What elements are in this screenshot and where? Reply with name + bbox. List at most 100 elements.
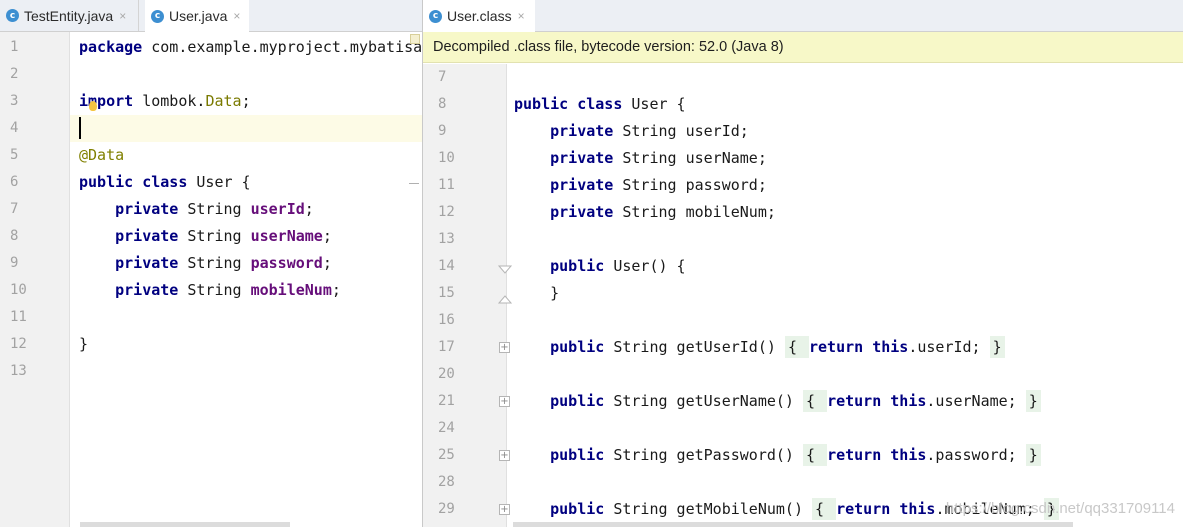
expand-icon[interactable]: + [499,450,510,461]
code-line[interactable]: 24 [423,415,1183,442]
code-token: } [1025,390,1041,412]
code-line[interactable]: 12 private String mobileNum; [423,199,1183,226]
code-token: } [514,284,560,302]
code-line[interactable]: 6 public class User { [0,169,422,196]
code-token: { [803,390,828,412]
code-token: public [550,500,605,518]
code-token: import [79,92,134,110]
code-token: .password; [926,446,1026,464]
code-line[interactable]: 9 private String userId; [423,118,1183,145]
class-icon: c [429,9,442,23]
code-token: ; [322,254,332,272]
code-line[interactable]: 9 private String password; [0,250,422,277]
code-line[interactable]: 13 [423,226,1183,253]
code-token: public [550,338,605,356]
code-token: private [115,200,179,218]
line-number: 5 [10,147,19,163]
code-text: private String mobileNum; [514,199,776,226]
code-token: return [827,392,882,410]
code-line[interactable]: 10 private String userName; [423,145,1183,172]
expand-icon[interactable]: + [499,342,510,353]
intention-bulb-icon[interactable] [89,101,97,111]
line-number: 4 [10,120,19,136]
code-token: String userId; [613,122,749,140]
code-line[interactable]: 11 private String password; [423,172,1183,199]
code-token: String getUserId() [604,338,785,356]
code-line[interactable]: 8 private String userName; [0,223,422,250]
fold-end-icon[interactable] [497,289,513,304]
left-editor-pane[interactable]: c TestEntity.java × c User.java × 1 packa… [0,0,422,527]
line-number: 11 [10,309,27,325]
code-text: public String getUserName() { return thi… [514,388,1041,415]
line-number: 13 [10,363,27,379]
code-text: public class User { [79,169,251,196]
line-number: 3 [10,93,19,109]
code-token: } [79,335,89,353]
code-line[interactable]: 16 [423,307,1183,334]
tab-user-class[interactable]: c User.class × [423,0,535,32]
code-token: } [989,336,1005,358]
left-tab-bar: c TestEntity.java × c User.java × [0,0,422,32]
code-token: class [577,95,623,113]
code-line[interactable]: 11 [0,304,422,331]
code-line[interactable]: 20 [423,361,1183,388]
code-line[interactable]: 7 private String userId; [0,196,422,223]
analysis-indicator-icon [410,34,420,44]
line-number: 2 [10,66,19,82]
horizontal-scrollbar[interactable] [80,522,290,527]
close-icon[interactable]: × [233,9,240,23]
tab-user-java[interactable]: c User.java × [145,0,249,32]
code-token: User { [187,173,251,191]
code-token: package [79,38,143,56]
code-line[interactable]: 14 public User() { [423,253,1183,280]
code-token: private [550,176,614,194]
line-number: 20 [438,366,455,382]
code-line[interactable]: 4 [0,115,422,142]
tab-label: User.class [447,8,512,24]
code-line[interactable]: 3 import lombok.Data; [0,88,422,115]
code-text: public String getUserId() { return this.… [514,334,1005,361]
tab-testentity-java[interactable]: c TestEntity.java × [0,0,139,31]
expand-icon[interactable]: + [499,504,510,515]
code-line[interactable]: 25 public String getPassword() { return … [423,442,1183,469]
code-line[interactable]: 10 private String mobileNum; [0,277,422,304]
code-line[interactable]: 28 [423,469,1183,496]
code-line[interactable]: 13 [0,358,422,385]
tab-label: User.java [169,8,228,24]
code-line[interactable]: 2 [0,61,422,88]
code-text: @Data [79,142,124,169]
close-icon[interactable]: × [119,9,126,23]
expand-icon[interactable]: + [499,396,510,407]
code-text: public String getPassword() { return thi… [514,442,1041,469]
close-icon[interactable]: × [518,9,525,23]
fold-start-icon[interactable] [497,259,513,274]
line-number: 10 [438,150,455,166]
code-line[interactable]: 15 } [423,280,1183,307]
code-line[interactable]: 21 public String getUserName() { return … [423,388,1183,415]
right-editor-pane[interactable]: c User.class × Decompiled .class file, b… [423,0,1183,527]
code-line[interactable]: 12} [0,331,422,358]
code-text: import lombok.Data; [79,88,251,115]
code-line[interactable]: 7 [423,64,1183,91]
code-token: String getMobileNum() [604,500,813,518]
code-line[interactable]: 1 package com.example.myproject.mybatisa [0,34,422,61]
code-token: String getPassword() [604,446,803,464]
code-token: public [79,173,134,191]
line-number: 1 [10,39,19,55]
code-line[interactable]: 8 public class User { [423,91,1183,118]
horizontal-scrollbar[interactable] [513,522,1073,527]
code-line[interactable]: 5 @Data [0,142,422,169]
code-token: com.example.myproject.mybatisa [142,38,422,56]
text-caret [79,117,81,139]
line-number: 16 [438,312,455,328]
code-text: private String mobileNum; [79,277,341,304]
code-token: String userName; [613,149,767,167]
code-line[interactable]: 17 public String getUserId() { return th… [423,334,1183,361]
code-text: private String password; [79,250,332,277]
